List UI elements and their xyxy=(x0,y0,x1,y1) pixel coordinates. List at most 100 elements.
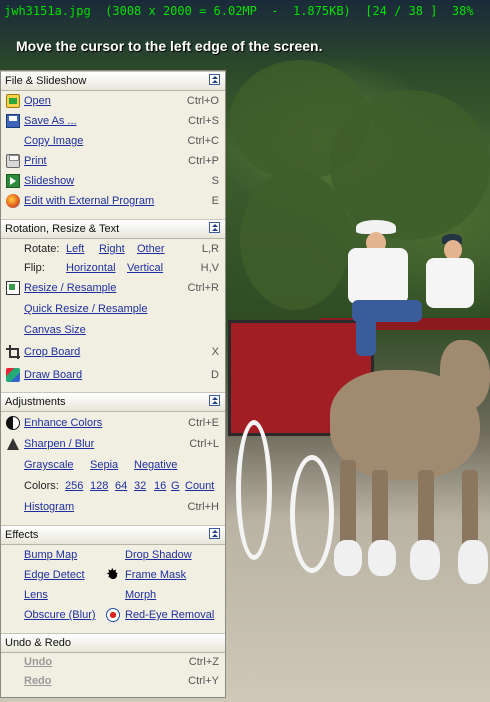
resize-icon xyxy=(6,281,20,295)
flip-vertical-link[interactable]: Vertical xyxy=(127,262,163,274)
menu-item-canvas-size[interactable]: Canvas Size xyxy=(1,322,225,340)
rotate-other-link[interactable]: Other xyxy=(137,243,165,255)
canvas-size-link[interactable]: Canvas Size xyxy=(24,324,86,336)
open-link[interactable]: Open xyxy=(24,95,51,107)
shortcut-label: Ctrl+C xyxy=(187,135,219,147)
resize-link[interactable]: Resize / Resample xyxy=(24,282,116,294)
lens-link[interactable]: Lens xyxy=(24,589,48,601)
menu-item-slideshow[interactable]: Slideshow S xyxy=(1,173,225,191)
section-header[interactable]: File & Slideshow xyxy=(1,71,225,91)
horse-hoof xyxy=(410,540,440,580)
color-mode-row: Grayscale Sepia Negative xyxy=(1,457,225,475)
rotate-right-link[interactable]: Right xyxy=(99,243,125,255)
shortcut-label: X xyxy=(211,346,219,358)
colors-label: Colors: xyxy=(24,480,59,492)
bump-map-link[interactable]: Bump Map xyxy=(24,549,77,561)
colors-32-link[interactable]: 32 xyxy=(134,480,146,492)
open-folder-icon xyxy=(6,94,20,108)
draw-board-link[interactable]: Draw Board xyxy=(24,369,82,381)
collapse-icon[interactable] xyxy=(209,222,220,233)
collapse-icon[interactable] xyxy=(209,395,220,406)
crop-icon xyxy=(6,345,20,359)
palette-icon xyxy=(6,194,20,208)
colors-64-link[interactable]: 64 xyxy=(115,480,127,492)
redo-link[interactable]: Redo xyxy=(24,675,52,687)
menu-item-sharpen-blur[interactable]: Sharpen / Blur Ctrl+L xyxy=(1,436,225,454)
section-adjustments: Adjustments xyxy=(1,392,225,412)
shortcut-label: D xyxy=(211,369,219,381)
colors-g-link[interactable]: G xyxy=(171,480,180,492)
quick-resize-link[interactable]: Quick Resize / Resample xyxy=(24,303,148,315)
effects-row-4: Obscure (Blur) Red-Eye Removal xyxy=(1,607,225,625)
section-header[interactable]: Undo & Redo xyxy=(1,633,225,653)
effects-row-1: Bump Map Drop Shadow xyxy=(1,547,225,565)
file-info: jwh3151a.jpg (3008 x 2000 = 6.02MP - 1.8… xyxy=(4,4,474,18)
section-header[interactable]: Adjustments xyxy=(1,392,225,412)
colors-16-link[interactable]: 16 xyxy=(154,480,166,492)
menu-item-open[interactable]: Open Ctrl+O xyxy=(1,93,225,111)
obscure-blur-link[interactable]: Obscure (Blur) xyxy=(24,609,96,621)
menu-item-draw-board[interactable]: Draw Board D xyxy=(1,367,225,385)
enhance-colors-link[interactable]: Enhance Colors xyxy=(24,417,102,429)
crop-board-link[interactable]: Crop Board xyxy=(24,346,80,358)
red-eye-icon xyxy=(106,608,120,622)
floppy-disk-icon xyxy=(6,114,20,128)
colors-count-link[interactable]: Count xyxy=(185,480,214,492)
section-title: Undo & Redo xyxy=(5,637,72,649)
effects-row-3: Lens Morph xyxy=(1,587,225,605)
sharpen-icon xyxy=(6,437,20,451)
colors-256-link[interactable]: 256 xyxy=(65,480,83,492)
section-header[interactable]: Rotation, Resize & Text xyxy=(1,219,225,239)
menu-item-enhance-colors[interactable]: Enhance Colors Ctrl+E xyxy=(1,415,225,433)
shortcut-label: Ctrl+S xyxy=(188,115,219,127)
menu-item-print[interactable]: Print Ctrl+P xyxy=(1,153,225,171)
tree-foliage xyxy=(330,90,490,240)
shortcut-label: Ctrl+E xyxy=(188,417,219,429)
menu-item-undo[interactable]: Undo Ctrl+Z xyxy=(1,654,225,672)
flip-label: Flip: xyxy=(24,262,45,274)
section-header[interactable]: Effects xyxy=(1,525,225,545)
section-file-slideshow: File & Slideshow xyxy=(1,71,225,91)
wagon-wheel xyxy=(236,420,272,560)
colors-128-link[interactable]: 128 xyxy=(90,480,108,492)
slideshow-link[interactable]: Slideshow xyxy=(24,175,74,187)
menu-item-copy-image[interactable]: Copy Image Ctrl+C xyxy=(1,133,225,151)
menu-item-redo[interactable]: Redo Ctrl+Y xyxy=(1,673,225,691)
shortcut-label: S xyxy=(211,175,219,187)
undo-link[interactable]: Undo xyxy=(24,656,52,668)
collapse-icon[interactable] xyxy=(209,74,220,85)
image-info-bar: jwh3151a.jpg (3008 x 2000 = 6.02MP - 1.8… xyxy=(0,0,490,24)
menu-item-save-as[interactable]: Save As ... Ctrl+S xyxy=(1,113,225,131)
shortcut-label: Ctrl+P xyxy=(188,155,219,167)
horse-hoof xyxy=(368,540,396,576)
section-rotation-resize: Rotation, Resize & Text xyxy=(1,219,225,239)
menu-item-external-program[interactable]: Edit with External Program E xyxy=(1,193,225,211)
drop-shadow-link[interactable]: Drop Shadow xyxy=(125,549,192,561)
collapse-icon[interactable] xyxy=(209,528,220,539)
shortcut-label: E xyxy=(211,195,219,207)
external-program-link[interactable]: Edit with External Program xyxy=(24,195,154,207)
sepia-link[interactable]: Sepia xyxy=(90,459,118,471)
flip-horizontal-link[interactable]: Horizontal xyxy=(66,262,116,274)
menu-item-quick-resize[interactable]: Quick Resize / Resample xyxy=(1,301,225,319)
grayscale-link[interactable]: Grayscale xyxy=(24,459,74,471)
frame-mask-link[interactable]: Frame Mask xyxy=(125,569,186,581)
morph-link[interactable]: Morph xyxy=(125,589,156,601)
save-as-link[interactable]: Save As ... xyxy=(24,115,77,127)
section-title: Effects xyxy=(5,529,39,541)
negative-link[interactable]: Negative xyxy=(134,459,177,471)
sharpen-blur-link[interactable]: Sharpen / Blur xyxy=(24,438,94,450)
print-link[interactable]: Print xyxy=(24,155,47,167)
wagon-wheel xyxy=(290,455,334,573)
rotate-left-link[interactable]: Left xyxy=(66,243,84,255)
edge-detect-link[interactable]: Edge Detect xyxy=(24,569,85,581)
rotate-row: Rotate: Left Right Other L,R xyxy=(1,241,225,259)
cursor-hint: Move the cursor to the left edge of the … xyxy=(16,38,323,54)
copy-image-link[interactable]: Copy Image xyxy=(24,135,83,147)
menu-item-resize[interactable]: Resize / Resample Ctrl+R xyxy=(1,280,225,298)
shortcut-label: Ctrl+Z xyxy=(188,656,219,668)
menu-item-histogram[interactable]: Histogram Ctrl+H xyxy=(1,499,225,517)
menu-item-crop-board[interactable]: Crop Board X xyxy=(1,344,225,362)
red-eye-removal-link[interactable]: Red-Eye Removal xyxy=(125,609,214,621)
histogram-link[interactable]: Histogram xyxy=(24,501,74,513)
